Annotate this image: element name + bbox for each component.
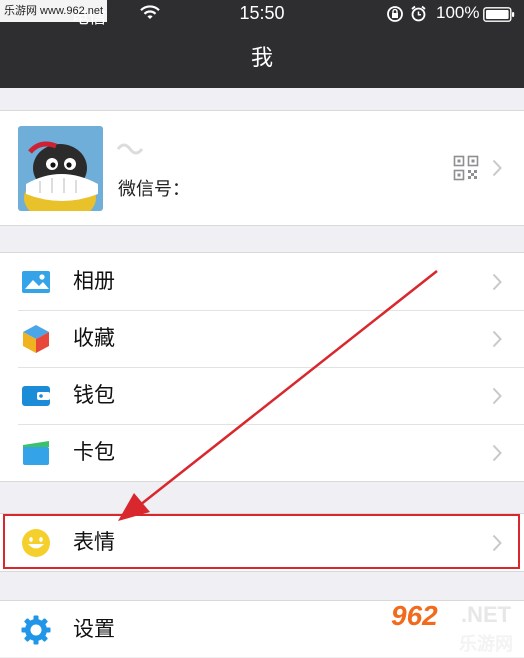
- avatar[interactable]: [18, 126, 103, 211]
- brand-watermark: 962 .NET 乐游网: [385, 600, 523, 655]
- menu-group-1: 相册 收藏 钱包 卡包: [0, 252, 524, 482]
- qr-code-icon[interactable]: [453, 155, 479, 181]
- menu-item-label: 钱包: [73, 383, 115, 407]
- nickname-redacted: [116, 143, 144, 155]
- menu-item-label: 收藏: [73, 326, 115, 350]
- menu-item-card-pack[interactable]: 卡包: [0, 424, 524, 481]
- chevron-right-icon: [492, 387, 502, 405]
- highlight-box: [3, 514, 520, 569]
- wechat-id-label: 微信号：: [118, 179, 190, 200]
- card-pack-icon: [23, 441, 49, 465]
- favorites-cube-icon: [23, 325, 49, 353]
- chevron-right-icon: [492, 444, 502, 462]
- menu-item-wallet[interactable]: 钱包: [0, 367, 524, 424]
- wallet-icon: [22, 386, 50, 406]
- chevron-right-icon: [492, 273, 502, 291]
- menu-item-label: 设置: [73, 617, 115, 641]
- page-title: 我: [0, 30, 524, 88]
- photo-album-icon: [22, 271, 50, 293]
- watermark-site: 乐游网: [459, 634, 513, 655]
- menu-item-label: 卡包: [73, 440, 115, 464]
- chevron-right-icon: [492, 159, 502, 177]
- chevron-right-icon: [492, 330, 502, 348]
- menu-item-favorites[interactable]: 收藏: [0, 310, 524, 367]
- rotation-lock-icon: [387, 6, 403, 22]
- gear-icon: [21, 615, 51, 645]
- watermark-brand: 962: [391, 600, 438, 631]
- alarm-icon: [411, 5, 426, 22]
- menu-item-label: 相册: [73, 269, 115, 293]
- site-watermark: 乐游网 www.962.net: [0, 0, 108, 22]
- battery-percentage: 100%: [436, 3, 480, 22]
- menu-item-album[interactable]: 相册: [0, 253, 524, 310]
- battery-icon: [483, 7, 515, 22]
- watermark-suffix: .NET: [461, 602, 512, 627]
- profile-card[interactable]: 微信号：: [0, 110, 524, 226]
